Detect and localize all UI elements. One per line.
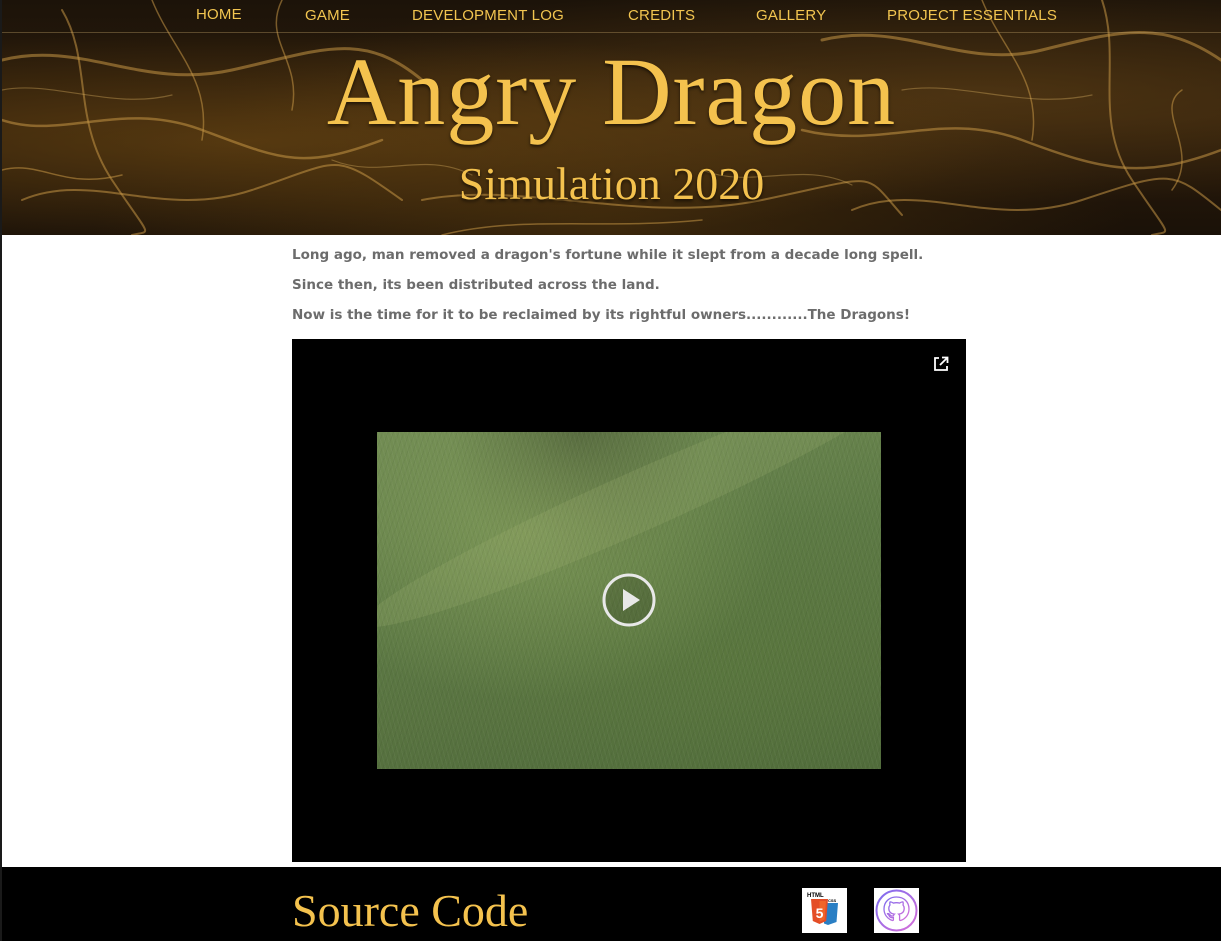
main-nav: HOME GAME DEVELOPMENT LOG CREDITS GALLER… xyxy=(2,0,1221,33)
nav-gallery-link[interactable]: GALLERY xyxy=(756,7,826,24)
page-title: Angry Dragon xyxy=(326,38,897,145)
html5-css3-icon: HTML CSS 5 xyxy=(807,893,838,925)
open-external-icon[interactable] xyxy=(932,355,950,373)
story-line: Since then, its been distributed across … xyxy=(292,277,660,293)
github-icon xyxy=(875,889,918,932)
html5-css3-badge[interactable]: HTML CSS 5 xyxy=(802,888,847,933)
svg-text:HTML: HTML xyxy=(807,893,824,899)
header-banner: HOME GAME DEVELOPMENT LOG CREDITS GALLER… xyxy=(2,0,1221,235)
video-thumbnail[interactable] xyxy=(377,432,881,769)
nav-home-link[interactable]: HOME xyxy=(196,6,242,23)
story-line: Now is the time for it to be reclaimed b… xyxy=(292,307,910,323)
nav-credits-link[interactable]: CREDITS xyxy=(628,7,695,24)
story-line: Long ago, man removed a dragon's fortune… xyxy=(292,247,924,263)
page-subtitle: Simulation 2020 xyxy=(458,158,765,209)
svg-text:5: 5 xyxy=(816,905,824,921)
svg-text:CSS: CSS xyxy=(828,898,837,903)
page: HOME GAME DEVELOPMENT LOG CREDITS GALLER… xyxy=(0,0,1221,941)
nav-game-link[interactable]: GAME xyxy=(305,7,350,24)
play-icon[interactable] xyxy=(602,573,656,627)
github-badge[interactable] xyxy=(874,888,919,933)
video-player[interactable] xyxy=(292,339,966,862)
story-intro: Long ago, man removed a dragon's fortune… xyxy=(292,246,992,336)
nav-project-essentials-link[interactable]: PROJECT ESSENTIALS xyxy=(887,7,1057,24)
nav-development-log-link[interactable]: DEVELOPMENT LOG xyxy=(412,7,564,24)
source-code-heading: Source Code xyxy=(292,885,529,936)
footer: Source Code HTML CSS 5 xyxy=(2,867,1221,941)
